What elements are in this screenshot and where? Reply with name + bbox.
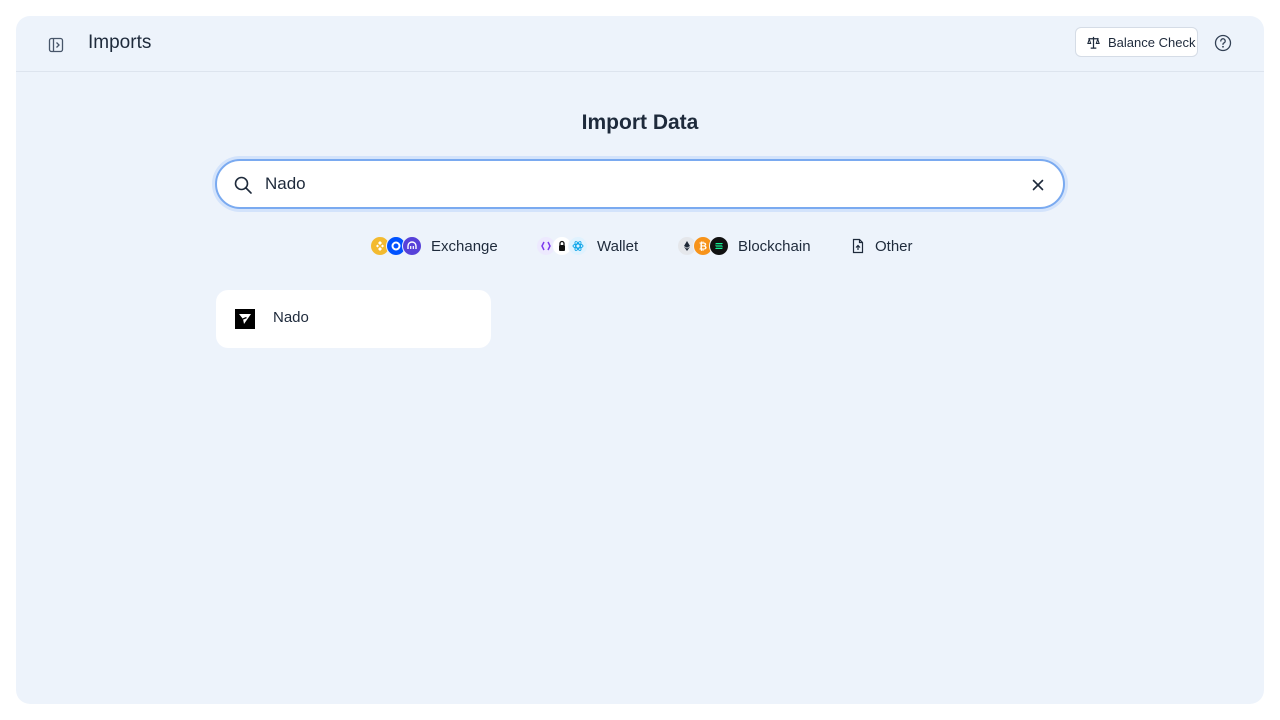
result-label: Nado [273, 309, 309, 326]
close-icon [1032, 179, 1044, 191]
svg-text:₿: ₿ [699, 241, 707, 253]
category-blockchain-label: Blockchain [738, 237, 811, 255]
category-other-label: Other [875, 237, 913, 255]
category-blockchain[interactable]: ₿ Blockchain [677, 234, 811, 258]
import-data-heading: Import Data [581, 111, 699, 134]
scale-icon [1087, 36, 1100, 49]
category-exchange[interactable]: Exchange [370, 234, 498, 258]
top-bar: Imports Balance Check [16, 16, 1264, 72]
help-circle-icon [1214, 34, 1232, 52]
category-wallet-label: Wallet [597, 237, 639, 255]
solana-icon [709, 236, 729, 256]
sidebar-toggle-button[interactable] [46, 35, 66, 55]
balance-check-label: Balance Check [1108, 34, 1196, 50]
wallet-logos [536, 236, 588, 256]
search-input[interactable] [265, 169, 1005, 199]
category-exchange-label: Exchange [431, 237, 498, 255]
atom-icon [568, 236, 588, 256]
help-button[interactable] [1213, 33, 1233, 53]
result-card-nado[interactable]: Nado [216, 290, 491, 348]
category-other[interactable]: Other [850, 234, 913, 258]
blockchain-logos: ₿ [677, 236, 729, 256]
exchange-logos [370, 236, 422, 256]
search-box [215, 159, 1065, 209]
page-title: Imports [88, 32, 152, 53]
imports-panel: Imports Balance Check Import Data Nado E… [16, 16, 1264, 704]
clear-search-button[interactable] [1029, 176, 1047, 194]
nado-logo-icon [235, 309, 255, 329]
sidebar-toggle-icon [48, 37, 64, 53]
search-icon [234, 176, 252, 194]
kraken-icon [402, 236, 422, 256]
file-upload-icon [852, 238, 864, 254]
category-wallet[interactable]: Wallet [536, 234, 638, 258]
balance-check-button[interactable]: Balance Check [1075, 27, 1198, 57]
